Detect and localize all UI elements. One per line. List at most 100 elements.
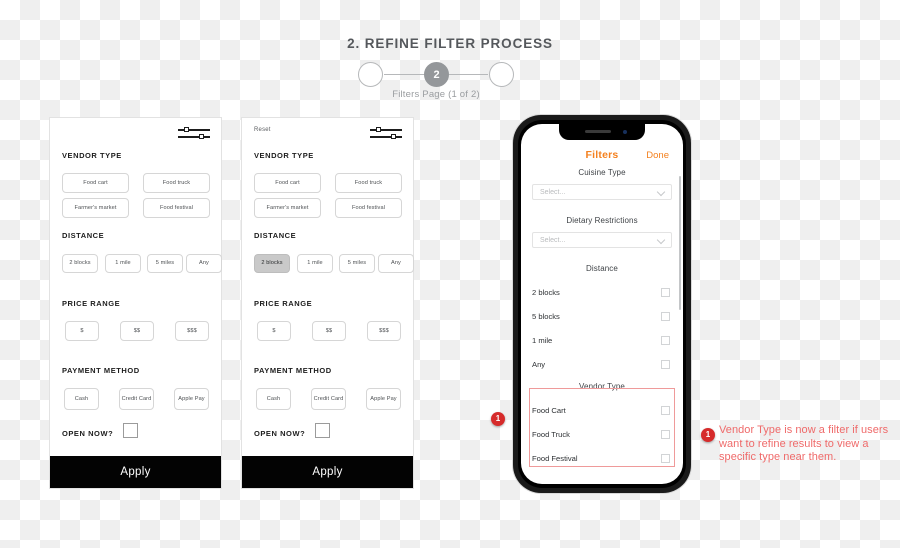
panel-1-distance-chip-5-miles[interactable]: 5 miles <box>147 254 183 273</box>
panel-1-payment-method-title: PAYMENT METHOD <box>62 366 140 375</box>
panel-1-vendor-chip-food-cart[interactable]: Food cart <box>62 173 129 193</box>
speaker-icon <box>585 130 611 133</box>
panel-2-price-range-title: PRICE RANGE <box>254 299 313 308</box>
panel-2-payment-method-title: PAYMENT METHOD <box>254 366 332 375</box>
panel-2-distance-chip-5-miles[interactable]: 5 miles <box>339 254 375 273</box>
phone-nav-title: Filters <box>585 149 619 161</box>
dietary-restrictions-label: Dietary Restrictions <box>566 216 638 225</box>
panel-2-vendor-chip-food-truck[interactable]: Food truck <box>335 173 402 193</box>
panel-1-body: VENDOR TYPE Food cart Food truck Farmer'… <box>50 118 222 456</box>
panel-2-apply-button[interactable]: Apply <box>242 456 413 488</box>
panel-1-price-chip-3[interactable]: $$$ <box>175 321 209 341</box>
panel-2-vendor-chip-farmers-market[interactable]: Farmer's market <box>254 198 321 218</box>
cuisine-type-label: Cuisine Type <box>578 168 626 177</box>
list-item[interactable]: Food Festival <box>532 446 672 470</box>
panel-2-reset-button[interactable]: Reset <box>254 127 271 133</box>
list-item[interactable]: Food Cart <box>532 398 672 422</box>
panel-1-open-now-title: OPEN NOW? <box>62 429 114 438</box>
panel-1-payment-chip-credit-card[interactable]: Credit Card <box>119 388 154 410</box>
dietary-restrictions-select[interactable]: Select... <box>532 232 672 248</box>
panel-2-distance-chip-2-blocks[interactable]: 2 blocks <box>254 254 290 273</box>
panel-1-price-chip-2[interactable]: $$ <box>120 321 154 341</box>
panel-1-payment-chip-cash[interactable]: Cash <box>64 388 99 410</box>
vendor-type-option-label: Food Truck <box>532 429 570 439</box>
list-item[interactable]: 2 blocks <box>532 280 672 304</box>
filter-sliders-icon[interactable] <box>178 126 210 141</box>
panel-1-distance-chip-any[interactable]: Any <box>186 254 222 273</box>
panel-1-open-now-checkbox[interactable] <box>123 423 138 438</box>
chevron-down-icon <box>656 235 666 245</box>
annotation-text: Vendor Type is now a filter if users wan… <box>719 424 889 463</box>
wireframe-panel-1: VENDOR TYPE Food cart Food truck Farmer'… <box>49 117 222 489</box>
distance-option-checkbox[interactable] <box>661 311 670 321</box>
distance-option-label: 5 blocks <box>532 311 560 321</box>
panel-1-distance-chip-2-blocks[interactable]: 2 blocks <box>62 254 98 273</box>
panel-1-price-chip-1[interactable]: $ <box>65 321 99 341</box>
annotation-badge: 1 <box>701 428 715 442</box>
dietary-restrictions-placeholder: Select... <box>540 236 566 244</box>
chevron-down-icon <box>656 187 666 197</box>
panel-2-payment-chip-credit-card[interactable]: Credit Card <box>311 388 346 410</box>
phone-done-button[interactable]: Done <box>646 150 669 161</box>
panel-2-open-now-checkbox[interactable] <box>315 423 330 438</box>
vendor-type-option-checkbox[interactable] <box>661 405 670 415</box>
distance-option-label: 1 mile <box>532 335 553 345</box>
list-item[interactable]: 1 mile <box>532 328 672 352</box>
progress-step-1[interactable] <box>358 62 383 87</box>
list-item[interactable]: Any <box>532 352 672 376</box>
progress-step-3[interactable] <box>489 62 514 87</box>
progress-caption: Filters Page (1 of 2) <box>392 89 480 100</box>
phone-notch <box>559 124 645 140</box>
distance-group-label: Distance <box>586 264 618 273</box>
list-item[interactable]: Food Truck <box>532 422 672 446</box>
panel-1-distance-chip-1-mile[interactable]: 1 mile <box>105 254 141 273</box>
panel-2-vendor-type-title: VENDOR TYPE <box>254 151 314 160</box>
distance-option-label: 2 blocks <box>532 287 560 297</box>
cuisine-type-select[interactable]: Select... <box>532 184 672 200</box>
panel-2-vendor-chip-food-cart[interactable]: Food cart <box>254 173 321 193</box>
vendor-type-option-label: Food Festival <box>532 453 578 463</box>
filter-sliders-icon[interactable] <box>370 126 402 141</box>
panel-2-distance-title: DISTANCE <box>254 231 297 240</box>
distance-option-label: Any <box>532 359 546 369</box>
distance-option-checkbox[interactable] <box>661 287 670 297</box>
phone-screen: Filters Done Cuisine Type Select... Diet… <box>521 124 683 484</box>
phone-bezel: Filters Done Cuisine Type Select... Diet… <box>518 120 686 488</box>
panel-1-price-range-title: PRICE RANGE <box>62 299 121 308</box>
panel-2-price-chip-1[interactable]: $ <box>257 321 291 341</box>
panel-1-payment-chip-apple-pay[interactable]: Apple Pay <box>174 388 209 410</box>
panel-2-payment-chip-apple-pay[interactable]: Apple Pay <box>366 388 401 410</box>
panel-1-vendor-chip-food-festival[interactable]: Food festival <box>143 198 210 218</box>
panel-1-apply-button[interactable]: Apply <box>50 456 221 488</box>
panel-2-price-chip-2[interactable]: $$ <box>312 321 346 341</box>
annotation-badge-pointer: 1 <box>491 412 505 426</box>
panel-2-body: Reset VENDOR TYPE Food cart Food truck F… <box>242 118 414 456</box>
panel-1-vendor-chip-food-truck[interactable]: Food truck <box>143 173 210 193</box>
vendor-type-option-checkbox[interactable] <box>661 453 670 463</box>
cuisine-type-placeholder: Select... <box>540 188 566 196</box>
vendor-type-option-checkbox[interactable] <box>661 429 670 439</box>
screenshot-stage: 2. REFINE FILTER PROCESS 2 Filters Page … <box>0 0 900 548</box>
panel-2-price-chip-3[interactable]: $$$ <box>367 321 401 341</box>
list-item[interactable]: 5 blocks <box>532 304 672 328</box>
panel-2-distance-chip-1-mile[interactable]: 1 mile <box>297 254 333 273</box>
panel-2-vendor-chip-food-festival[interactable]: Food festival <box>335 198 402 218</box>
camera-icon <box>622 129 627 134</box>
vendor-type-option-label: Food Cart <box>532 405 566 415</box>
phone-nav-bar: Filters Done <box>521 149 683 165</box>
wireframe-panel-2: Reset VENDOR TYPE Food cart Food truck F… <box>241 117 414 489</box>
phone-scrollbar[interactable] <box>679 176 681 310</box>
panel-1-vendor-chip-farmers-market[interactable]: Farmer's market <box>62 198 129 218</box>
panel-2-distance-chip-any[interactable]: Any <box>378 254 414 273</box>
progress-stepper: 2 <box>358 62 514 88</box>
page-title: 2. REFINE FILTER PROCESS <box>347 36 553 51</box>
phone-mockup: Filters Done Cuisine Type Select... Diet… <box>513 115 691 493</box>
panel-2-payment-chip-cash[interactable]: Cash <box>256 388 291 410</box>
distance-option-checkbox[interactable] <box>661 335 670 345</box>
panel-1-distance-title: DISTANCE <box>62 231 105 240</box>
distance-option-checkbox[interactable] <box>661 359 670 369</box>
panel-2-open-now-title: OPEN NOW? <box>254 429 306 438</box>
progress-step-2[interactable]: 2 <box>424 62 449 87</box>
